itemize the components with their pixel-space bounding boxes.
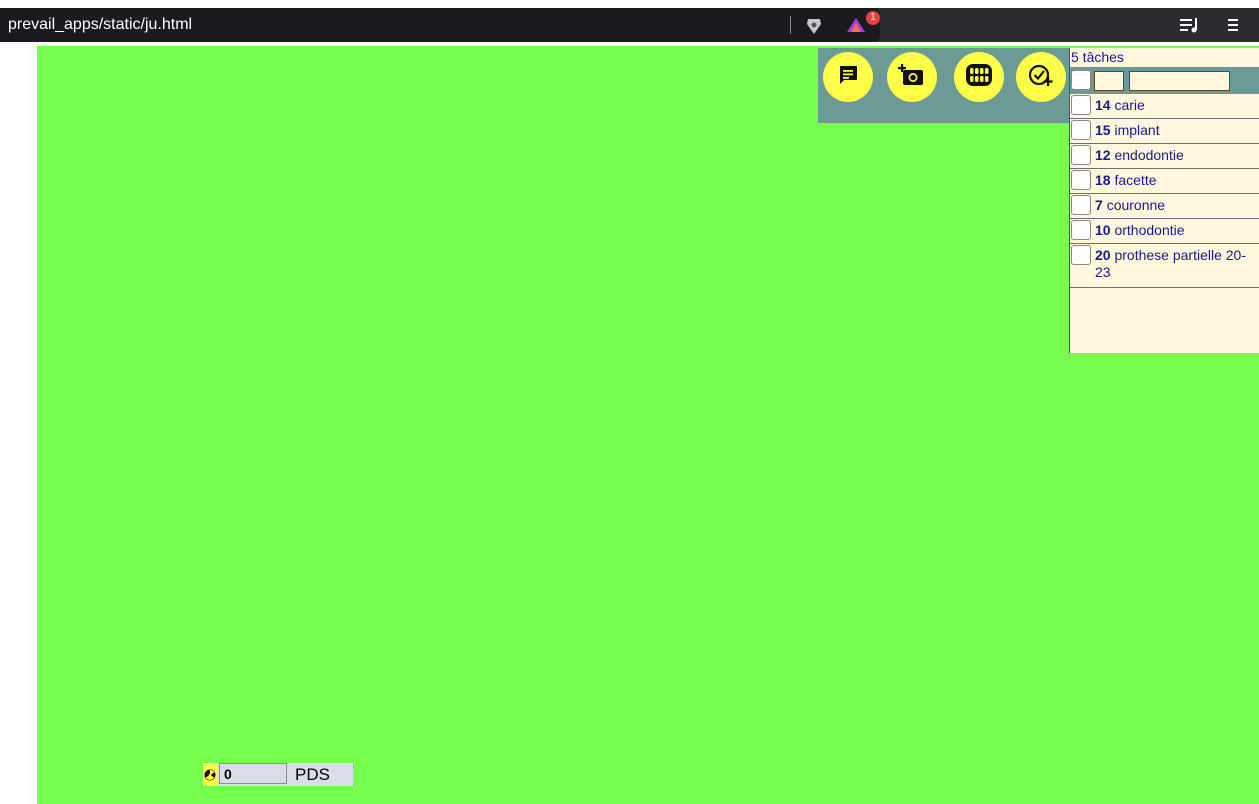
task-item[interactable]: 18 facette xyxy=(1070,169,1259,194)
address-bar[interactable]: prevail_apps/static/ju.html 1 xyxy=(0,8,880,42)
task-checkbox[interactable] xyxy=(1071,95,1091,115)
task-number: 18 xyxy=(1095,172,1111,188)
task-label: endodontie xyxy=(1114,147,1184,163)
task-number: 12 xyxy=(1095,147,1111,163)
notification-badge: 1 xyxy=(866,11,880,25)
task-number: 15 xyxy=(1095,122,1111,138)
playlist-icon[interactable] xyxy=(1179,16,1201,39)
add-task-icon xyxy=(1027,62,1055,93)
task-number: 7 xyxy=(1095,197,1103,213)
add-photo-button[interactable] xyxy=(887,52,937,102)
task-label: carie xyxy=(1114,97,1145,113)
action-toolbar xyxy=(818,48,1070,123)
teeth-chart-button[interactable] xyxy=(954,52,1004,102)
new-task-checkbox[interactable] xyxy=(1071,70,1091,90)
task-label: prothese partielle 20-23 xyxy=(1095,247,1246,280)
brave-rewards-icon[interactable] xyxy=(846,17,866,38)
url-text: prevail_apps/static/ju.html xyxy=(8,16,193,33)
task-number: 14 xyxy=(1095,97,1111,113)
message-button[interactable] xyxy=(823,52,873,102)
task-number: 10 xyxy=(1095,222,1111,238)
browser-toolbar: prevail_apps/static/ju.html 1 xyxy=(0,8,1259,42)
divider xyxy=(790,16,791,34)
task-number: 20 xyxy=(1095,247,1111,263)
task-item[interactable]: 7 couronne xyxy=(1070,194,1259,219)
task-checkbox[interactable] xyxy=(1071,120,1091,140)
task-count: 5 tâches xyxy=(1071,49,1124,65)
task-item[interactable]: 14 carie xyxy=(1070,94,1259,119)
new-task-row xyxy=(1070,67,1259,94)
pds-label: PDS xyxy=(295,765,330,784)
task-item[interactable]: 20 prothese partielle 20-23 xyxy=(1070,244,1259,288)
task-label: implant xyxy=(1114,122,1160,138)
task-item[interactable]: 15 implant xyxy=(1070,119,1259,144)
task-checkbox[interactable] xyxy=(1071,195,1091,215)
task-checkbox[interactable] xyxy=(1071,220,1091,240)
task-item[interactable]: 12 endodontie xyxy=(1070,144,1259,169)
add-task-button[interactable] xyxy=(1016,52,1066,102)
teeth-icon xyxy=(964,62,994,93)
tasks-panel: 5 tâches 14 carie 15 implant 12 endodont… xyxy=(1069,48,1259,353)
task-label: couronne xyxy=(1106,197,1166,213)
radiation-icon xyxy=(203,763,217,786)
menu-icon[interactable] xyxy=(1225,16,1241,39)
task-label: orthodontie xyxy=(1114,222,1185,238)
pds-value-field[interactable]: 0 xyxy=(219,763,287,784)
task-number-input[interactable] xyxy=(1094,71,1124,91)
task-label-input[interactable] xyxy=(1129,71,1230,91)
add-photo-icon xyxy=(898,62,926,93)
task-item[interactable]: 10 orthodontie xyxy=(1070,219,1259,244)
task-checkbox[interactable] xyxy=(1071,245,1091,265)
message-icon xyxy=(836,63,860,92)
brave-shield-icon[interactable] xyxy=(806,17,822,40)
task-checkbox[interactable] xyxy=(1071,170,1091,190)
task-checkbox[interactable] xyxy=(1071,145,1091,165)
task-label: facette xyxy=(1114,172,1157,188)
